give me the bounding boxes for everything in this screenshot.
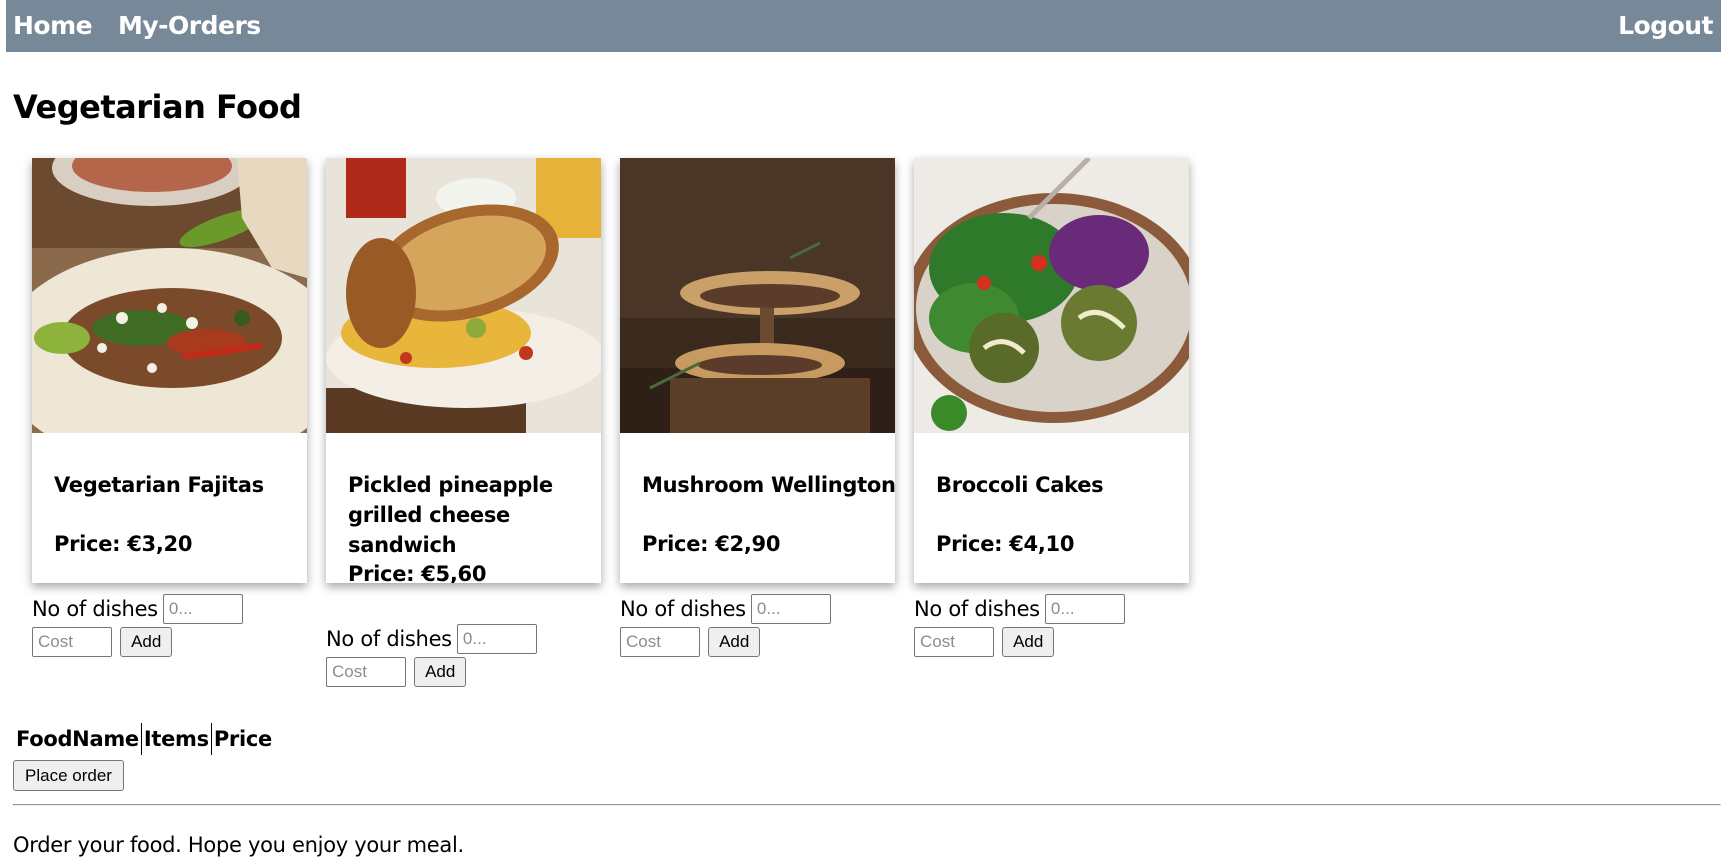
column-header-items: Items (140, 723, 212, 755)
cost-input[interactable] (620, 627, 700, 657)
page-title: Vegetarian Food (13, 88, 302, 126)
footer-text: Order your food. Hope you enjoy your mea… (13, 833, 464, 857)
order-table: FoodName Items Price (14, 723, 274, 755)
dishes-quantity-input[interactable] (162, 594, 243, 624)
add-button[interactable]: Add (120, 627, 173, 657)
food-price: Price: €3,20 (54, 532, 193, 556)
food-price: Price: €4,10 (936, 532, 1075, 556)
top-navbar: Home My-Orders Logout (6, 0, 1721, 52)
nav-logout-link[interactable]: Logout (1618, 0, 1713, 52)
food-card: Broccoli Cakes Price: €4,10 (914, 158, 1189, 583)
add-button[interactable]: Add (414, 657, 467, 687)
dishes-quantity-input[interactable] (456, 624, 537, 654)
cost-input[interactable] (914, 627, 994, 657)
grilled-cheese-sandwich-image (326, 158, 601, 433)
add-button[interactable]: Add (1002, 627, 1055, 657)
vegetarian-fajitas-image (32, 158, 307, 433)
order-controls: No of dishes Add (326, 624, 606, 687)
order-controls: No of dishes Add (914, 594, 1194, 657)
cost-input[interactable] (32, 627, 112, 657)
add-button[interactable]: Add (708, 627, 761, 657)
grilled-cheese-sandwich-photo (326, 158, 601, 433)
order-controls: No of dishes Add (32, 594, 312, 657)
no-of-dishes-label: No of dishes (620, 597, 746, 621)
divider (13, 804, 1721, 806)
no-of-dishes-label: No of dishes (326, 627, 452, 651)
mushroom-wellington-image (620, 158, 895, 433)
food-card: Pickled pineapple grilled cheese sandwic… (326, 158, 601, 583)
mushroom-wellington-photo (620, 158, 895, 433)
column-header-foodname: FoodName (16, 727, 139, 751)
food-price: Price: €5,60 (348, 562, 487, 583)
cost-input[interactable] (326, 657, 406, 687)
vegetarian-fajitas-photo (32, 158, 307, 433)
food-name: Mushroom Wellington (642, 473, 895, 497)
nav-home-link[interactable]: Home (13, 0, 93, 52)
food-card: Vegetarian Fajitas Price: €3,20 (32, 158, 307, 583)
food-price: Price: €2,90 (642, 532, 781, 556)
broccoli-cakes-image (914, 158, 1189, 433)
nav-my-orders-link[interactable]: My-Orders (118, 0, 261, 52)
food-name: Vegetarian Fajitas (54, 473, 264, 497)
food-name: Pickled pineapple grilled cheese sandwic… (348, 473, 553, 557)
food-card: Mushroom Wellington Price: €2,90 (620, 158, 895, 583)
dishes-quantity-input[interactable] (750, 594, 831, 624)
no-of-dishes-label: No of dishes (32, 597, 158, 621)
order-table-header-row: FoodName Items Price (14, 723, 274, 755)
food-name: Broccoli Cakes (936, 473, 1104, 497)
order-controls: No of dishes Add (620, 594, 900, 657)
no-of-dishes-label: No of dishes (914, 597, 1040, 621)
dishes-quantity-input[interactable] (1044, 594, 1125, 624)
column-header-price: Price (210, 723, 274, 755)
place-order-button[interactable]: Place order (13, 760, 124, 791)
broccoli-cakes-photo (914, 158, 1189, 433)
